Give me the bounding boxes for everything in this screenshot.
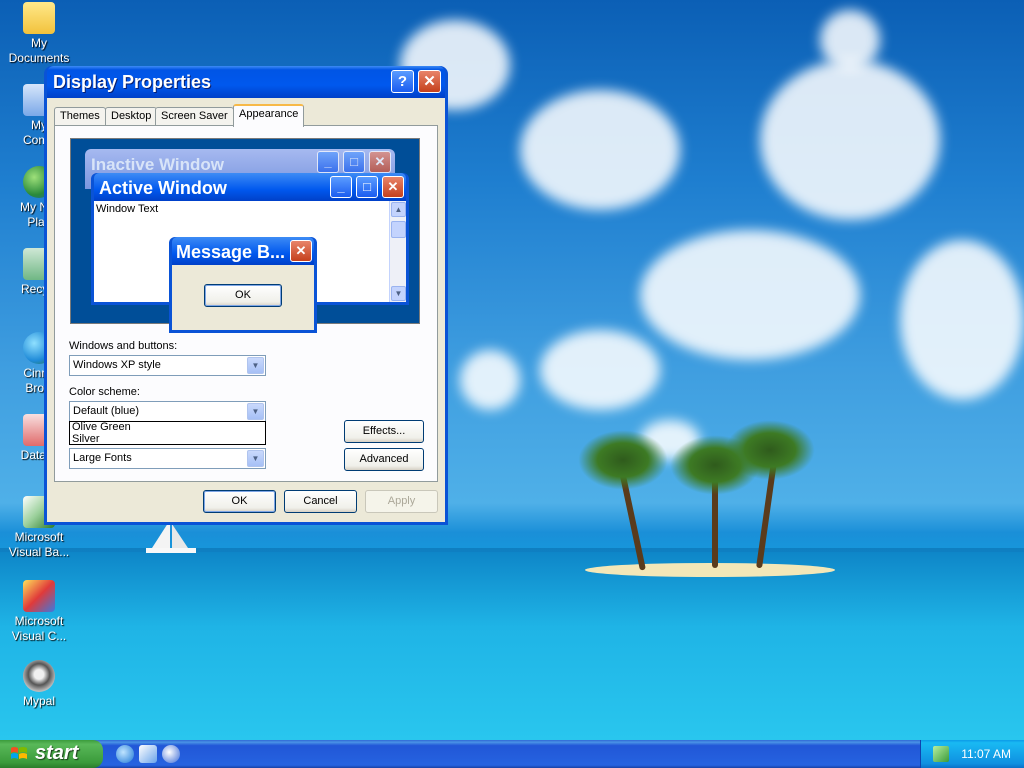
color-scheme-select[interactable]: Default (blue) ▼ bbox=[69, 401, 266, 422]
preview-active-title: Active Window bbox=[99, 178, 227, 198]
appearance-panel: Inactive Window _ □ ✕ Active Window _ □ … bbox=[54, 125, 438, 482]
windows-buttons-select[interactable]: Windows XP style ▼ bbox=[69, 355, 266, 376]
windows-buttons-value: Windows XP style bbox=[73, 359, 161, 371]
visual-c-icon bbox=[23, 580, 55, 612]
maximize-icon: □ bbox=[356, 176, 378, 198]
effects-button[interactable]: Effects... bbox=[344, 420, 424, 443]
color-scheme-value: Default (blue) bbox=[73, 405, 140, 417]
desktop-icon-my-documents[interactable]: My Documents bbox=[4, 2, 74, 66]
cancel-button[interactable]: Cancel bbox=[284, 490, 357, 513]
icon-label: Visual Ba... bbox=[8, 545, 70, 559]
color-scheme-label: Color scheme: bbox=[69, 386, 140, 398]
preview-ok-button: OK bbox=[204, 284, 282, 307]
taskbar: start 11:07 AM bbox=[0, 740, 1024, 768]
preview-scrollbar: ▲ ▼ bbox=[389, 201, 406, 302]
font-size-select[interactable]: Large Fonts ▼ bbox=[69, 448, 266, 469]
tab-screen-saver[interactable]: Screen Saver bbox=[155, 107, 234, 126]
close-icon: ✕ bbox=[290, 240, 312, 262]
cloud bbox=[760, 60, 940, 220]
preview-active-window: Active Window _ □ ✕ Window Text ▲ ▼ Mess… bbox=[91, 173, 409, 333]
scroll-down-icon: ▼ bbox=[391, 286, 406, 301]
font-size-value: Large Fonts bbox=[73, 452, 132, 464]
windows-flag-icon bbox=[11, 747, 27, 759]
cloud bbox=[520, 90, 680, 210]
preview-window-text: Window Text bbox=[96, 203, 159, 215]
palm-leaves bbox=[578, 430, 668, 490]
media-player-icon[interactable] bbox=[162, 745, 180, 763]
preview-message-title: Message B... bbox=[176, 242, 286, 262]
cloud bbox=[900, 240, 1024, 400]
dropdown-option[interactable]: Silver bbox=[70, 434, 265, 445]
start-button[interactable]: start bbox=[0, 740, 103, 768]
island-sand bbox=[585, 563, 835, 577]
icon-label: Documents bbox=[8, 51, 70, 65]
question-mark-icon: ? bbox=[397, 73, 408, 90]
minimize-icon: _ bbox=[317, 151, 339, 173]
show-desktop-icon[interactable] bbox=[139, 745, 157, 763]
system-tray: 11:07 AM bbox=[920, 740, 1024, 768]
appearance-preview: Inactive Window _ □ ✕ Active Window _ □ … bbox=[70, 138, 420, 333]
tray-network-icon[interactable] bbox=[933, 746, 949, 762]
sea bbox=[0, 552, 1024, 740]
close-icon: ✕ bbox=[423, 73, 436, 90]
cloud bbox=[460, 350, 520, 410]
chevron-down-icon[interactable]: ▼ bbox=[247, 403, 264, 420]
icon-label: Visual C... bbox=[11, 629, 67, 643]
preview-active-titlebar: Active Window _ □ ✕ bbox=[94, 173, 406, 201]
cloud bbox=[540, 330, 660, 410]
maximize-icon: □ bbox=[343, 151, 365, 173]
folder-icon bbox=[23, 2, 55, 34]
desktop-icon-microsoft-visual-c[interactable]: Microsoft Visual C... bbox=[4, 580, 74, 644]
window-titlebar[interactable]: Display Properties ? ✕ bbox=[47, 66, 445, 98]
cloud bbox=[640, 230, 860, 360]
preview-message-titlebar: Message B... ✕ bbox=[172, 237, 314, 265]
scroll-up-icon: ▲ bbox=[391, 202, 406, 217]
icon-label: Mypal bbox=[22, 694, 55, 708]
close-icon: ✕ bbox=[369, 151, 391, 173]
windows-buttons-label: Windows and buttons: bbox=[69, 340, 178, 352]
internet-explorer-icon[interactable] bbox=[116, 745, 134, 763]
icon-label: Microsoft bbox=[14, 614, 64, 628]
tab-themes[interactable]: Themes bbox=[54, 107, 106, 126]
sailboat bbox=[146, 520, 196, 553]
apply-button[interactable]: Apply bbox=[365, 490, 438, 513]
start-label: start bbox=[35, 742, 79, 764]
display-properties-window: Display Properties ? ✕ Themes Desktop Sc… bbox=[44, 66, 448, 525]
scroll-thumb bbox=[391, 221, 406, 238]
icon-label: My bbox=[31, 36, 47, 50]
cloud bbox=[820, 10, 880, 70]
color-scheme-dropdown-list[interactable]: Olive Green Silver bbox=[69, 421, 266, 445]
taskbar-clock[interactable]: 11:07 AM bbox=[961, 747, 1011, 761]
help-button[interactable]: ? bbox=[391, 70, 414, 93]
close-icon: ✕ bbox=[382, 176, 404, 198]
window-title: Display Properties bbox=[53, 72, 212, 92]
preview-message-box: Message B... ✕ OK bbox=[169, 237, 317, 333]
ok-button[interactable]: OK bbox=[203, 490, 276, 513]
preview-message-body: OK bbox=[172, 265, 314, 330]
tab-desktop[interactable]: Desktop bbox=[105, 107, 158, 126]
tab-appearance[interactable]: Appearance bbox=[233, 104, 305, 127]
chevron-down-icon[interactable]: ▼ bbox=[247, 357, 264, 374]
preview-inactive-title: Inactive Window bbox=[91, 155, 225, 174]
advanced-button[interactable]: Advanced bbox=[344, 448, 424, 471]
palm-leaves bbox=[725, 420, 815, 480]
chevron-down-icon[interactable]: ▼ bbox=[247, 450, 264, 467]
icon-label: Microsoft bbox=[14, 530, 64, 544]
desktop-icon-mypal[interactable]: Mypal bbox=[4, 660, 74, 709]
minimize-icon: _ bbox=[330, 176, 352, 198]
raccoon-icon bbox=[23, 660, 55, 692]
close-button[interactable]: ✕ bbox=[418, 70, 441, 93]
window-client-area: Themes Desktop Screen Saver Appearance I… bbox=[47, 98, 445, 522]
